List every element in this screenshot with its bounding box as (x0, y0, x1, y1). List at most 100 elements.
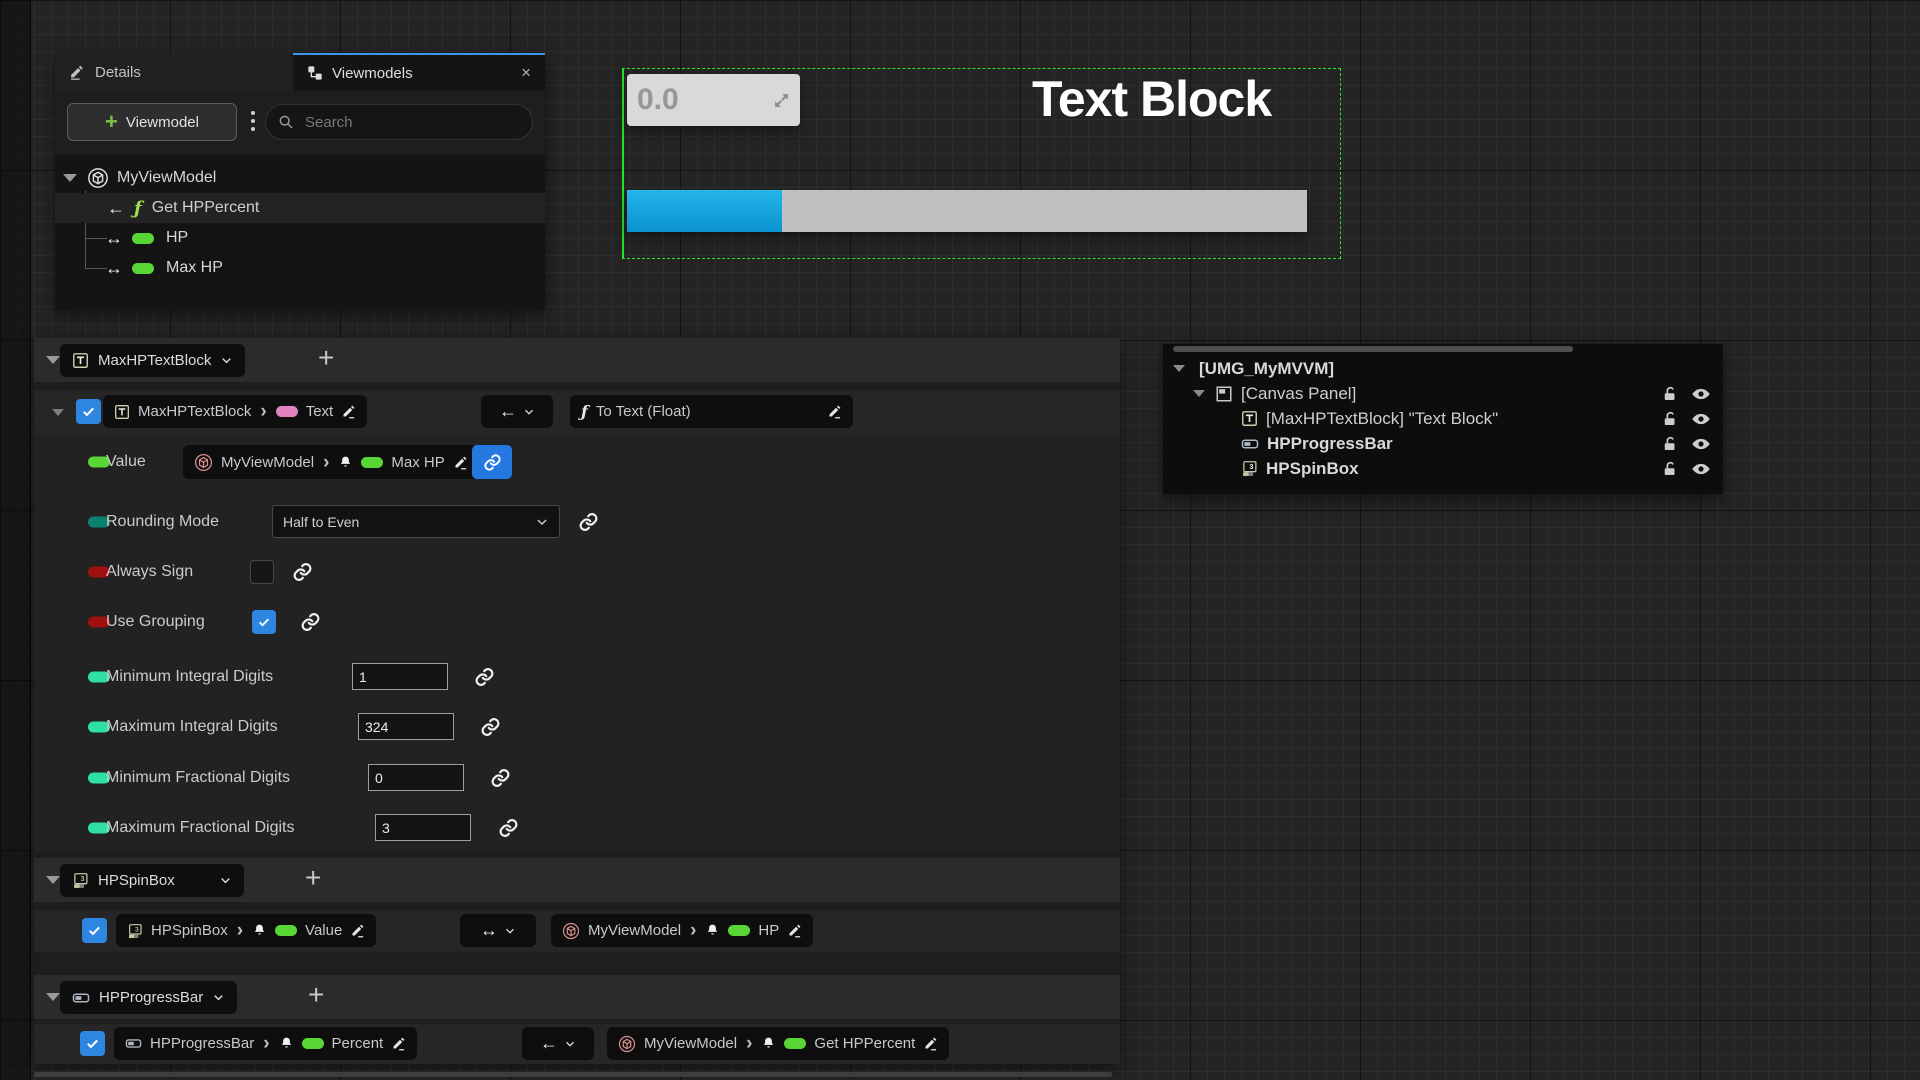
hierarchy-nodes-icon (307, 65, 323, 81)
text-block-widget[interactable]: Text Block (1032, 70, 1271, 128)
chevron-down-icon[interactable] (1193, 390, 1205, 397)
eye-visibility-icon[interactable] (1691, 459, 1711, 479)
link-icon[interactable] (490, 768, 511, 789)
add-binding-button[interactable]: + (305, 862, 321, 894)
widget-selector-hpprogressbar[interactable]: HPProgressBar (60, 981, 237, 1014)
hp-progressbar-widget[interactable] (627, 190, 1307, 232)
widget-selector-maxhptextblock[interactable]: MaxHPTextBlock (60, 344, 245, 377)
bound-property-name: Max HP (391, 454, 444, 471)
always-sign-checkbox[interactable] (250, 560, 274, 584)
use-grouping-checkbox[interactable] (252, 610, 276, 634)
hierarchy-item-canvas-panel[interactable]: [Canvas Panel] (1163, 381, 1723, 406)
max-fractional-digits-input[interactable] (375, 814, 471, 841)
value-binding-pill[interactable]: MyViewModel › Max HP (183, 445, 479, 479)
tree-item-hp[interactable]: ↔ HP (55, 223, 545, 253)
prop-label: Rounding Mode (106, 513, 219, 531)
close-icon[interactable]: × (521, 63, 531, 83)
horizontal-scrollbar[interactable] (34, 1072, 1112, 1077)
link-icon[interactable] (474, 667, 495, 688)
edit-pencil-icon[interactable] (923, 1036, 938, 1051)
add-binding-button[interactable]: + (318, 342, 334, 374)
spinbox-value[interactable]: 0.0 (627, 83, 773, 117)
search-input[interactable] (303, 113, 520, 132)
max-integral-digits-input[interactable] (358, 713, 454, 740)
hierarchy-item-label: [Canvas Panel] (1241, 384, 1356, 404)
function-arguments-area: Value MyViewModel › Max HP Rounding Mode (34, 434, 1120, 852)
viewmodel-name: MyViewModel (588, 922, 681, 939)
tab-viewmodels[interactable]: Viewmodels × (293, 53, 545, 91)
hierarchy-item-hpspinbox[interactable]: 3 HPSpinBox (1163, 456, 1723, 481)
hierarchy-item-root[interactable]: [UMG_MyMVVM] (1163, 356, 1723, 381)
tree-item-myviewmodel[interactable]: MyViewModel (55, 163, 545, 193)
spinbox-icon: 3 (1241, 460, 1258, 477)
link-icon[interactable] (578, 512, 599, 533)
tree-item-label: MyViewModel (117, 169, 216, 187)
binding-link-button[interactable] (472, 445, 512, 479)
chevron-right-icon: › (690, 921, 696, 940)
progressbar-icon (72, 989, 90, 1007)
binding-direction-dropdown[interactable]: ↔ (460, 914, 536, 947)
binding-target-pill[interactable]: 3 HPSpinBox › Value (116, 914, 376, 947)
conversion-function-pill[interactable]: ƒ To Text (Float) (570, 395, 853, 428)
edit-pencil-icon[interactable] (787, 923, 802, 938)
chevron-down-icon[interactable] (1173, 365, 1185, 372)
unlock-icon[interactable] (1661, 410, 1679, 428)
prop-row-rounding-mode: Rounding Mode Half to Even (34, 504, 1120, 540)
add-viewmodel-button[interactable]: + Viewmodel (67, 103, 237, 141)
unlock-icon[interactable] (1661, 385, 1679, 403)
hp-spinbox-widget[interactable]: 0.0 (627, 74, 800, 126)
hierarchy-item-maxhptextblock[interactable]: [MaxHPTextBlock] "Text Block" (1163, 406, 1723, 431)
horizontal-scrollbar[interactable] (1173, 346, 1573, 352)
link-icon[interactable] (300, 612, 321, 633)
chevron-down-icon[interactable] (46, 876, 60, 884)
unlock-icon[interactable] (1661, 460, 1679, 478)
binding-source-pill[interactable]: MyViewModel › HP (551, 914, 813, 947)
binding-enabled-checkbox[interactable] (76, 399, 101, 424)
eye-visibility-icon[interactable] (1691, 384, 1711, 404)
hierarchy-item-hpprogressbar[interactable]: HPProgressBar (1163, 431, 1723, 456)
edit-pencil-icon[interactable] (827, 404, 842, 419)
link-icon[interactable] (498, 818, 519, 839)
eye-visibility-icon[interactable] (1691, 409, 1711, 429)
edit-pencil-icon[interactable] (391, 1036, 406, 1051)
chevron-down-icon[interactable] (46, 993, 60, 1001)
chevron-down-icon (220, 354, 233, 367)
chevron-down-icon[interactable] (52, 409, 64, 416)
tree-item-max-hp[interactable]: ↔ Max HP (55, 253, 545, 283)
link-icon[interactable] (292, 562, 313, 583)
binding-target-pill[interactable]: HPProgressBar › Percent (114, 1027, 417, 1060)
prop-row-min-integral: Minimum Integral Digits (34, 659, 1120, 695)
edit-pencil-icon[interactable] (453, 455, 468, 470)
viewmodels-tabbar: Details Viewmodels × (55, 53, 545, 91)
widget-selector-hpspinbox[interactable]: 3 HPSpinBox (60, 864, 244, 897)
binding-enabled-checkbox[interactable] (80, 1031, 105, 1056)
binding-target-pill[interactable]: MaxHPTextBlock › Text (103, 395, 367, 428)
options-ellipsis-icon[interactable] (251, 111, 255, 135)
chevron-down-icon[interactable] (46, 356, 60, 364)
edit-pencil-icon[interactable] (350, 923, 365, 938)
two-way-arrow-icon: ↔ (105, 228, 123, 249)
edit-pencil-icon[interactable] (341, 404, 356, 419)
spinbox-icon: 3 (127, 923, 143, 939)
unlock-icon[interactable] (1661, 435, 1679, 453)
viewmodel-cube-icon (87, 167, 109, 189)
tree-item-label: Max HP (166, 259, 223, 277)
hierarchy-item-label: HPSpinBox (1266, 459, 1359, 479)
prop-row-max-fractional: Maximum Fractional Digits (34, 810, 1120, 846)
binding-enabled-checkbox[interactable] (82, 918, 107, 943)
min-fractional-digits-input[interactable] (368, 764, 464, 791)
prop-label: Always Sign (106, 563, 193, 581)
eye-visibility-icon[interactable] (1691, 434, 1711, 454)
tree-item-get-hppercent[interactable]: ← ƒ Get HPPercent (55, 193, 545, 223)
binding-source-pill[interactable]: MyViewModel › Get HPPercent (607, 1027, 949, 1060)
add-binding-button[interactable]: + (308, 979, 324, 1011)
tab-details[interactable]: Details (55, 53, 293, 91)
binding-direction-dropdown[interactable]: ← (522, 1027, 594, 1060)
bell-icon (252, 923, 267, 938)
min-integral-digits-input[interactable] (352, 663, 448, 690)
link-icon[interactable] (480, 717, 501, 738)
binding-direction-dropdown[interactable]: ← (481, 395, 553, 428)
rounding-mode-dropdown[interactable]: Half to Even (272, 505, 560, 538)
chevron-down-icon[interactable] (63, 174, 77, 182)
widget-selector-label: HPProgressBar (99, 989, 203, 1006)
